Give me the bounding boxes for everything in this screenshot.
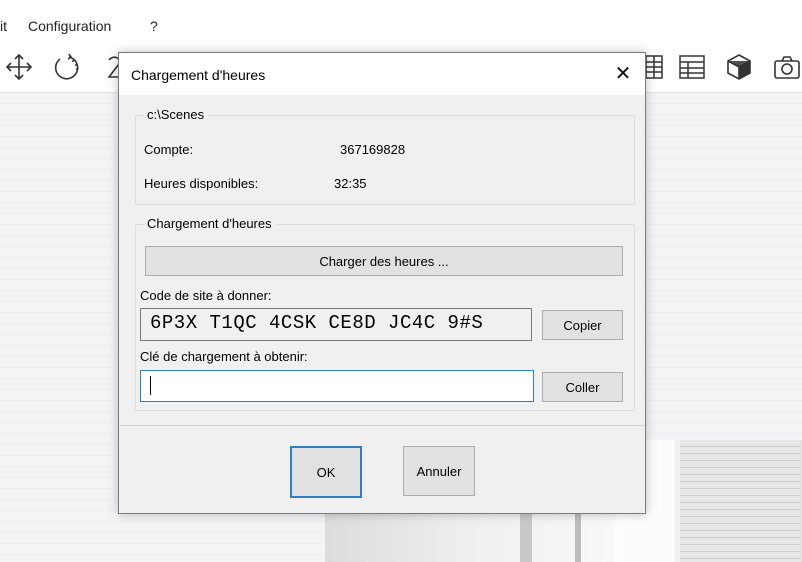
site-code-label: Code de site à donner: bbox=[140, 288, 272, 303]
menu-item-edit[interactable]: it bbox=[0, 18, 7, 34]
dialog-title: Chargement d'heures bbox=[131, 67, 266, 83]
hours-value: 32:35 bbox=[334, 176, 367, 191]
load-hours-button[interactable]: Charger des heures ... bbox=[145, 246, 623, 276]
menu-bar: it Configuration ? bbox=[0, 0, 802, 40]
ok-button[interactable]: OK bbox=[290, 446, 362, 498]
copy-button[interactable]: Copier bbox=[542, 310, 623, 340]
cube-icon[interactable] bbox=[724, 52, 754, 82]
key-label: Clé de chargement à obtenir: bbox=[140, 349, 308, 364]
grid-icon[interactable] bbox=[642, 52, 672, 82]
close-icon[interactable]: ✕ bbox=[609, 61, 637, 87]
rotate-icon[interactable] bbox=[52, 52, 82, 82]
info-group: c:\Scenes Compte: 367169828 Heures dispo… bbox=[135, 107, 635, 205]
dialog-titlebar[interactable]: Chargement d'heures ✕ bbox=[119, 53, 645, 95]
hours-loading-dialog: Chargement d'heures ✕ c:\Scenes Compte: … bbox=[118, 52, 646, 514]
account-label: Compte: bbox=[144, 142, 194, 157]
zoom-icon[interactable] bbox=[100, 52, 121, 82]
cancel-button[interactable]: Annuler bbox=[403, 446, 475, 496]
account-value: 367169828 bbox=[340, 142, 406, 157]
load-group-label: Chargement d'heures bbox=[144, 216, 275, 231]
load-key-input[interactable] bbox=[140, 370, 534, 402]
footer-divider bbox=[119, 425, 645, 426]
site-code-field[interactable]: 6P3X T1QC 4CSK CE8D JC4C 9#S bbox=[140, 308, 532, 341]
move-icon[interactable] bbox=[4, 52, 34, 82]
table-icon[interactable] bbox=[676, 52, 706, 82]
camera-icon[interactable] bbox=[772, 52, 802, 82]
info-group-label: c:\Scenes bbox=[144, 107, 208, 122]
menu-item-help[interactable]: ? bbox=[150, 18, 158, 34]
text-caret bbox=[150, 376, 151, 395]
site-code-value: 6P3X T1QC 4CSK CE8D JC4C 9#S bbox=[150, 312, 484, 334]
load-group: Chargement d'heures Charger des heures .… bbox=[135, 216, 635, 411]
hours-label: Heures disponibles: bbox=[144, 176, 259, 191]
menu-item-configuration[interactable]: Configuration bbox=[28, 18, 111, 34]
paste-button[interactable]: Coller bbox=[542, 372, 623, 402]
